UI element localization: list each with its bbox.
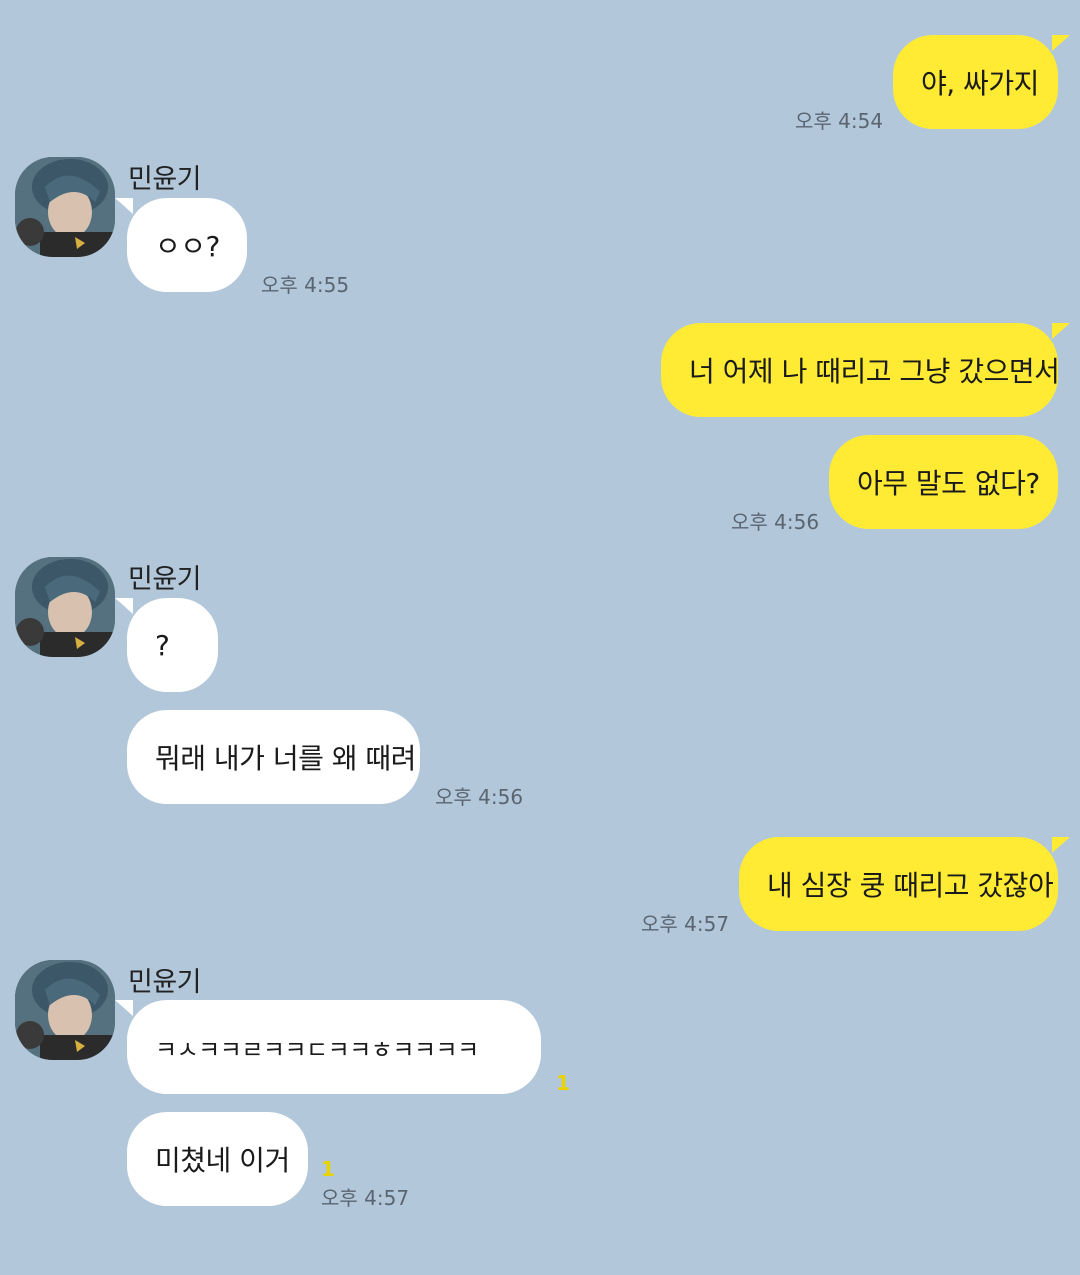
avatar-image: [15, 157, 115, 257]
message-time: 오후 4:57: [321, 1186, 410, 1210]
their-message-bubble[interactable]: ㅋㅅㅋㅋㄹㅋㅋㄷㅋㅋㅎㅋㅋㅋㅋ: [115, 1000, 541, 1094]
message-time: 오후 4:54: [795, 109, 884, 133]
message-text: ?: [155, 628, 170, 662]
unread-count: 1: [556, 1071, 570, 1095]
message-text: 내 심장 쿵 때리고 갔잖아: [767, 869, 1054, 902]
my-message-bubble[interactable]: 내 심장 쿵 때리고 갔잖아: [739, 837, 1070, 931]
unread-count: 1: [321, 1157, 335, 1181]
message-text: ㅇㅇ?: [155, 230, 220, 263]
message-text: 미쳤네 이거: [155, 1144, 290, 1177]
message-time: 오후 4:56: [731, 510, 820, 534]
my-message-bubble[interactable]: 야, 싸가지: [893, 35, 1070, 129]
contact-name: 민윤기: [128, 564, 202, 595]
message-text: ㅋㅅㅋㅋㄹㅋㅋㄷㅋㅋㅎㅋㅋㅋㅋ: [155, 1035, 479, 1064]
message-time: 오후 4:56: [435, 785, 524, 809]
my-message-bubble[interactable]: 아무 말도 없다?: [829, 435, 1058, 529]
their-message-bubble[interactable]: 미쳤네 이거: [127, 1112, 308, 1206]
contact-avatar[interactable]: [15, 557, 115, 657]
avatar-image: [15, 960, 115, 1060]
contact-avatar[interactable]: [15, 157, 115, 257]
contact-avatar[interactable]: [15, 960, 115, 1060]
message-text: 야, 싸가지: [921, 67, 1039, 100]
message-time: 오후 4:57: [641, 912, 730, 936]
message-text: 아무 말도 없다?: [857, 467, 1040, 500]
avatar-image: [15, 557, 115, 657]
contact-name: 민윤기: [128, 967, 202, 998]
message-text: 뭐래 내가 너를 왜 때려: [155, 742, 416, 775]
my-message-bubble[interactable]: 너 어제 나 때리고 그냥 갔으면서: [661, 323, 1070, 417]
their-message-bubble[interactable]: 뭐래 내가 너를 왜 때려: [127, 710, 420, 804]
their-message-bubble[interactable]: ㅇㅇ?: [115, 198, 247, 292]
message-time: 오후 4:55: [261, 273, 350, 297]
contact-name: 민윤기: [128, 164, 202, 195]
their-message-bubble[interactable]: ?: [115, 598, 218, 692]
message-text: 너 어제 나 때리고 그냥 갔으면서: [689, 355, 1060, 388]
